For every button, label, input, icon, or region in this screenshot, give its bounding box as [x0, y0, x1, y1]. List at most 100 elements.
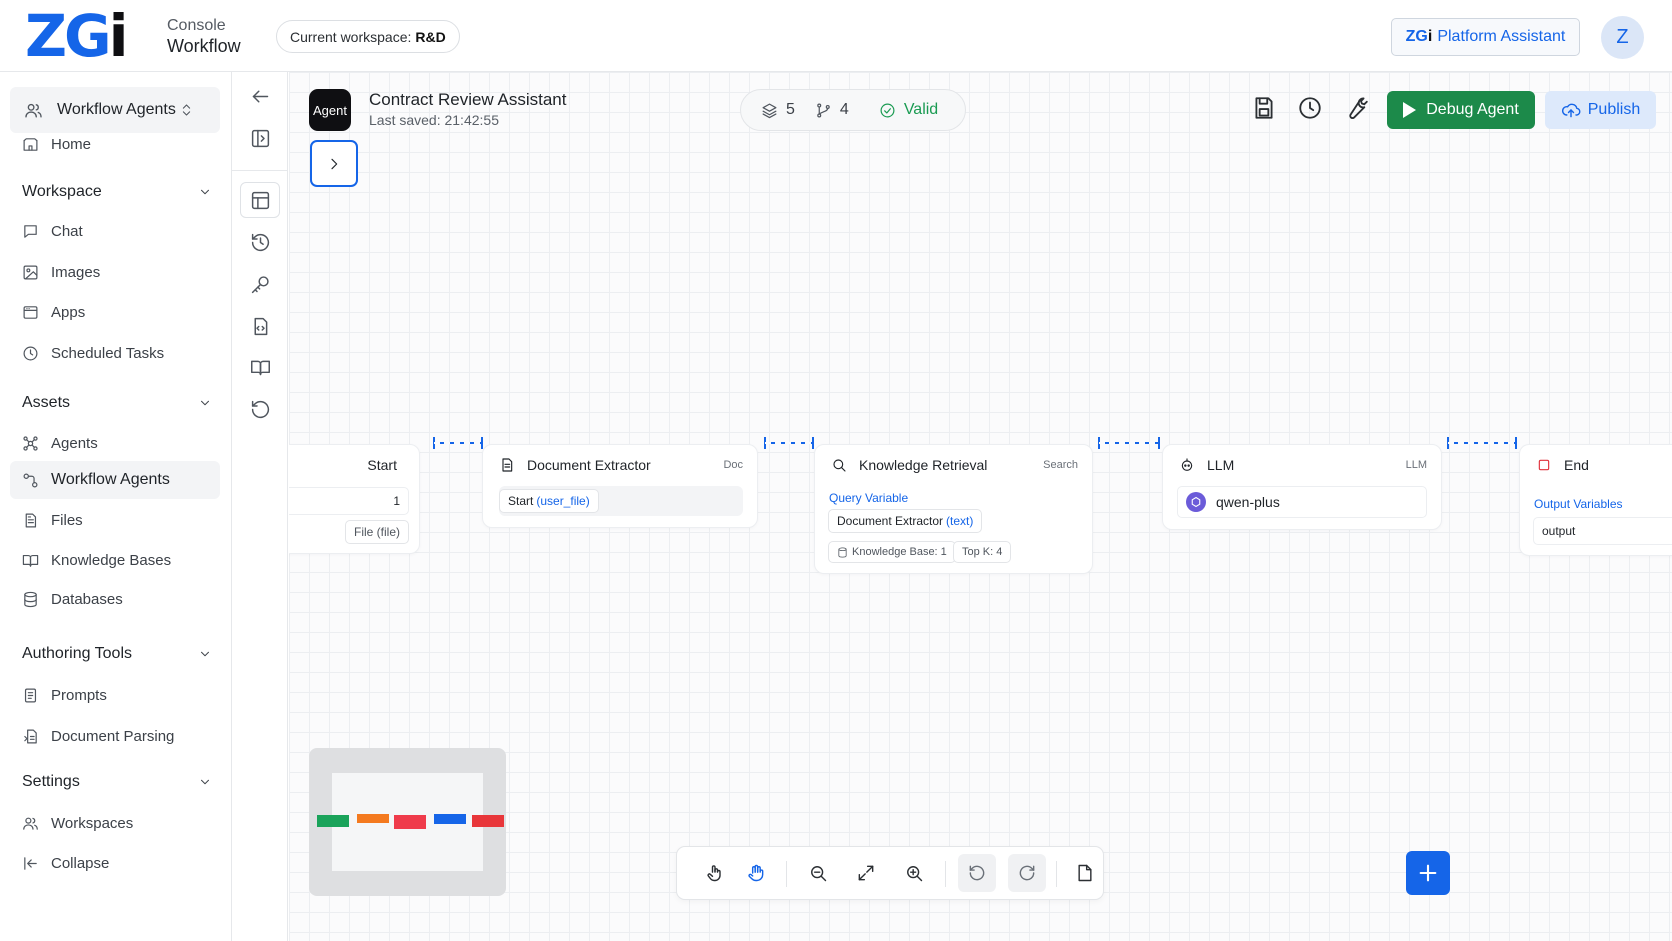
kr-knowledge-base-count: Knowledge Base: 1 — [828, 541, 956, 563]
pointer-mode-button[interactable] — [696, 854, 734, 892]
add-node-button[interactable] — [1406, 851, 1450, 895]
undo-icon — [967, 863, 987, 883]
sidebar-item-chat[interactable]: Chat — [10, 212, 220, 250]
fit-view-button[interactable] — [847, 854, 885, 892]
book-open-icon — [22, 552, 39, 569]
pan-mode-button[interactable] — [737, 854, 775, 892]
expand-panel-button[interactable] — [310, 140, 358, 187]
chevron-down-icon — [198, 775, 212, 789]
publish-button[interactable]: Publish — [1545, 91, 1656, 129]
cloud-upload-icon — [1561, 100, 1581, 120]
edge-llm-to-end[interactable] — [1447, 436, 1517, 450]
zoom-out-icon — [808, 863, 828, 883]
api-keys-button[interactable] — [240, 266, 280, 302]
document-parse-icon — [22, 728, 39, 745]
history-button[interactable] — [240, 224, 280, 260]
users-icon — [22, 815, 39, 832]
section-workspace[interactable]: Workspace — [22, 178, 212, 206]
reset-icon — [250, 399, 271, 420]
llm-model-select[interactable]: qwen-plus — [1177, 486, 1427, 518]
kr-query-variable[interactable]: Document Extractor (text) — [828, 509, 983, 533]
workflow-canvas[interactable]: Agent Contract Review Assistant Last sav… — [289, 72, 1672, 941]
node-count: 5 — [761, 101, 795, 119]
chevron-down-icon — [198, 647, 212, 661]
console-breadcrumb: Console Workflow — [167, 15, 241, 57]
section-settings[interactable]: Settings — [22, 768, 212, 796]
section-authoring-tools[interactable]: Authoring Tools — [22, 640, 212, 668]
save-button[interactable] — [1251, 95, 1277, 121]
debug-agent-button[interactable]: Debug Agent — [1387, 91, 1535, 129]
workspace-prefix: Current workspace: — [290, 28, 412, 45]
section-assets[interactable]: Assets — [22, 389, 212, 417]
sidebar-item-prompts[interactable]: Prompts — [10, 676, 220, 714]
add-note-button[interactable] — [1066, 854, 1104, 892]
chat-icon — [22, 223, 39, 240]
version-history-button[interactable] — [1297, 95, 1323, 121]
sidebar-collapse-button[interactable]: Collapse — [10, 844, 220, 882]
sidebar-item-databases[interactable]: Databases — [10, 580, 220, 618]
end-output-variable[interactable]: output — [1533, 517, 1672, 545]
sidebar-item-apps[interactable]: Apps — [10, 293, 220, 331]
settings-tools-button[interactable] — [1343, 95, 1369, 121]
sidebar-item-agents[interactable]: Agents — [10, 424, 220, 462]
sidebar: Workflow Agents Home Workspace Chat Imag… — [0, 72, 232, 941]
edge-kr-to-llm[interactable] — [1098, 436, 1160, 450]
zoom-in-button[interactable] — [895, 854, 933, 892]
sidebar-item-scheduled-tasks[interactable]: Scheduled Tasks — [10, 334, 220, 372]
node-end[interactable]: End Output Variables output — [1519, 444, 1672, 556]
users-icon — [24, 101, 43, 120]
sidebar-item-knowledge-bases[interactable]: Knowledge Bases — [10, 541, 220, 579]
kr-query-label: Query Variable — [829, 491, 909, 505]
back-button[interactable] — [240, 78, 280, 114]
node-knowledge-retrieval[interactable]: Knowledge Retrieval Search Query Variabl… — [814, 444, 1093, 574]
zgi-logo[interactable]: ZGi — [25, 7, 129, 65]
workflow-title[interactable]: Contract Review Assistant — [369, 90, 566, 110]
panel-icon — [250, 128, 271, 149]
edge-start-to-doc[interactable] — [433, 436, 483, 450]
history-icon — [250, 232, 271, 253]
layout-view-button[interactable] — [240, 182, 280, 218]
user-avatar[interactable]: Z — [1601, 16, 1644, 59]
start-field-file[interactable]: File (file) — [344, 520, 409, 544]
validation-status[interactable]: Valid — [879, 101, 938, 119]
minimap[interactable] — [309, 748, 506, 896]
platform-assistant-button[interactable]: ZGi Platform Assistant — [1391, 18, 1580, 56]
toolbar-divider — [1056, 861, 1057, 887]
sidebar-item-workflow-agents[interactable]: Workflow Agents — [10, 461, 220, 499]
edge-count: 4 — [815, 101, 849, 119]
sidebar-item-home[interactable]: Home — [10, 125, 220, 163]
node-start[interactable]: Start 1 File (file) — [289, 444, 420, 554]
redo-button[interactable] — [1008, 854, 1046, 892]
code-button[interactable] — [240, 308, 280, 344]
play-icon — [1403, 102, 1417, 118]
sidebar-item-document-parsing[interactable]: Document Parsing — [10, 717, 220, 755]
app-window-icon — [22, 304, 39, 321]
edge-doc-to-kr[interactable] — [764, 436, 814, 450]
file-icon — [22, 512, 39, 529]
workspace-pill[interactable]: Current workspace: R&D — [276, 20, 460, 53]
doc-input-row: Start (user_file) — [499, 486, 743, 516]
node-document-extractor[interactable]: Document Extractor Doc Start (user_file) — [482, 444, 758, 528]
node-llm[interactable]: LLM LLM qwen-plus — [1162, 444, 1442, 530]
sidebar-item-files[interactable]: Files — [10, 501, 220, 539]
document-icon — [499, 457, 515, 473]
clock-icon — [22, 345, 39, 362]
zoom-out-button[interactable] — [799, 854, 837, 892]
check-circle-icon — [879, 102, 896, 119]
zoom-in-icon — [904, 863, 924, 883]
back-arrow-icon — [250, 86, 271, 107]
agents-icon — [22, 435, 39, 452]
pan-hand-icon — [746, 863, 766, 883]
sidebar-item-workspaces[interactable]: Workspaces — [10, 804, 220, 842]
sidebar-item-images[interactable]: Images — [10, 253, 220, 291]
toggle-panel-button[interactable] — [240, 120, 280, 156]
layers-icon — [761, 102, 778, 119]
clock-icon — [1297, 95, 1323, 121]
rail-divider — [232, 170, 288, 171]
switcher-label: Workflow Agents — [57, 101, 176, 118]
docs-button[interactable] — [240, 349, 280, 385]
doc-input-variable[interactable]: Start (user_file) — [499, 489, 599, 513]
undo-button[interactable] — [958, 854, 996, 892]
collapse-icon — [22, 855, 39, 872]
reset-button[interactable] — [240, 391, 280, 427]
